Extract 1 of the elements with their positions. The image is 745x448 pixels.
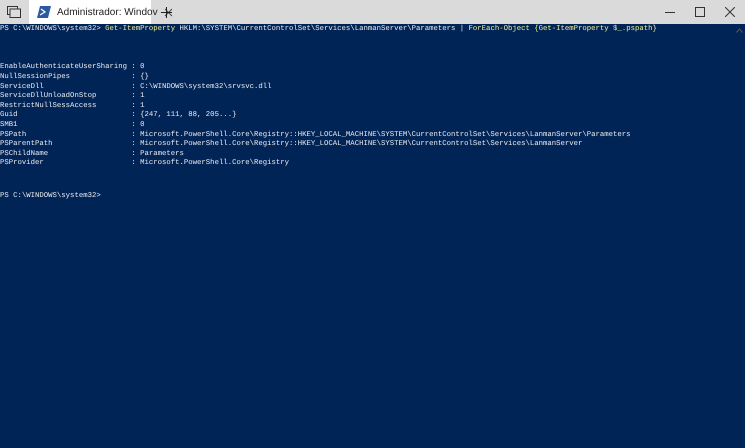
tab-title: Administrador: Windov [57, 6, 158, 18]
